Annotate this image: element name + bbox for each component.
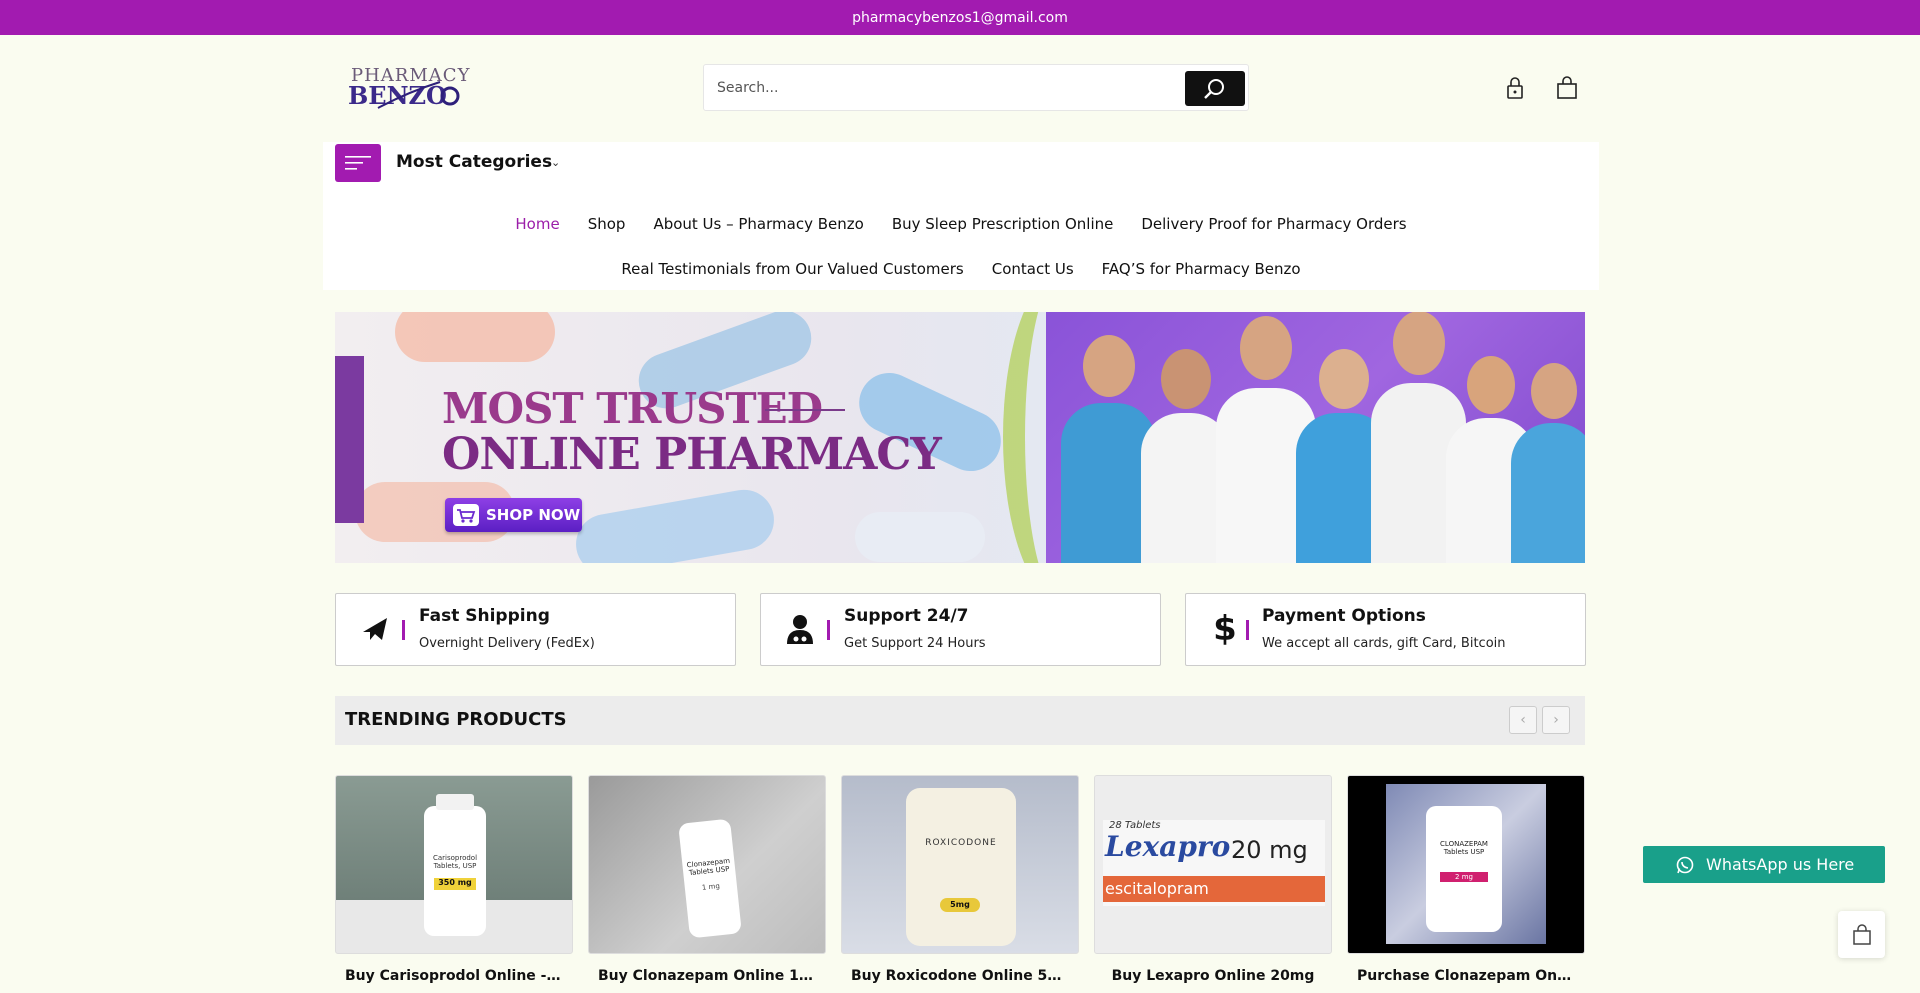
feature-subtitle: Get Support 24 Hours xyxy=(844,636,986,651)
lock-icon xyxy=(1507,77,1523,99)
product-title[interactable]: Buy Carisoprodol Online - Soma 350mg xyxy=(335,968,573,984)
nav-sleep-prescription[interactable]: Buy Sleep Prescription Online xyxy=(878,215,1128,233)
doctors-photo xyxy=(1046,312,1585,563)
box-generic: escitalopram xyxy=(1103,876,1325,902)
feature-title: Support 24/7 xyxy=(844,606,969,626)
account-button[interactable] xyxy=(1503,75,1527,101)
product-title[interactable]: Buy Lexapro Online 20mg xyxy=(1094,968,1332,984)
pill-decoration xyxy=(571,485,779,563)
floating-cart-button[interactable] xyxy=(1838,911,1885,958)
dollar-icon: $ xyxy=(1213,609,1237,649)
feature-title: Payment Options xyxy=(1262,606,1426,626)
shopping-bag-icon xyxy=(1557,76,1577,99)
hero-banner[interactable]: MOST TRUSTED ONLINE PHARMACY SHOP NOW xyxy=(335,312,1585,563)
feature-subtitle: We accept all cards, gift Card, Bitcoin xyxy=(1262,636,1506,651)
carousel-next-button[interactable]: › xyxy=(1542,706,1570,734)
pill-decoration xyxy=(395,312,555,362)
search-icon xyxy=(1204,78,1224,99)
product-title[interactable]: Purchase Clonazepam Online 2mg xyxy=(1347,968,1585,984)
main-nav-row-1: Home Shop About Us – Pharmacy Benzo Buy … xyxy=(323,215,1599,233)
bottle-label: CLONAZEPAM Tablets USP xyxy=(1440,840,1488,856)
site-logo[interactable]: PHARMACY BENZO xyxy=(348,62,473,114)
contact-email[interactable]: pharmacybenzos1@gmail.com xyxy=(852,10,1068,26)
nav-shop[interactable]: Shop xyxy=(574,215,640,233)
pill-decoration xyxy=(855,512,985,562)
bottle-dose: 350 mg xyxy=(434,878,476,890)
nav-home[interactable]: Home xyxy=(501,215,573,233)
feature-card-payment: $ Payment Options We accept all cards, g… xyxy=(1185,593,1586,666)
bottle-dose: 2 mg xyxy=(1440,872,1488,882)
bottle-dose: 1 mg xyxy=(701,882,721,892)
search-input[interactable] xyxy=(704,65,1184,110)
bottle-label: Clonazepam Tablets USP xyxy=(686,856,731,878)
search-button[interactable] xyxy=(1185,71,1245,106)
trending-products-header: TRENDING PRODUCTS ‹ › xyxy=(335,696,1585,745)
shopping-bag-icon xyxy=(1852,923,1871,945)
nav-contact[interactable]: Contact Us xyxy=(978,260,1088,278)
whatsapp-icon xyxy=(1676,856,1694,873)
banner-accent-bar xyxy=(335,356,364,523)
nav-testimonials[interactable]: Real Testimonials from Our Valued Custom… xyxy=(607,260,977,278)
bottle-label: ROXICODONE xyxy=(925,838,997,848)
categories-label[interactable]: Most Categories xyxy=(396,152,552,172)
whatsapp-label: WhatsApp us Here xyxy=(1706,855,1855,874)
banner-rule xyxy=(765,409,845,411)
menu-lines-icon xyxy=(345,156,371,170)
nav-delivery-proof[interactable]: Delivery Proof for Pharmacy Orders xyxy=(1127,215,1420,233)
feature-title: Fast Shipping xyxy=(419,606,550,626)
box-brand: Lexapro xyxy=(1105,830,1231,863)
cart-icon xyxy=(453,504,479,526)
product-image[interactable]: Clonazepam Tablets USP 1 mg xyxy=(588,775,826,954)
cart-button[interactable] xyxy=(1555,75,1579,101)
nav-faq[interactable]: FAQ’S for Pharmacy Benzo xyxy=(1088,260,1315,278)
carousel-prev-button[interactable]: ‹ xyxy=(1509,706,1537,734)
box-dose: 20 mg xyxy=(1231,836,1308,864)
shop-now-button[interactable]: SHOP NOW xyxy=(445,498,582,532)
product-title[interactable]: Buy Roxicodone Online 5mg xyxy=(841,968,1079,984)
product-image[interactable]: Carisoprodol Tablets, USP 350 mg xyxy=(335,775,573,954)
chevron-down-icon[interactable]: ⌄ xyxy=(551,156,560,169)
product-image[interactable]: 28 Tablets Lexapro 20 mg escitalopram xyxy=(1094,775,1332,954)
top-bar: pharmacybenzos1@gmail.com xyxy=(0,0,1920,35)
section-title: TRENDING PRODUCTS xyxy=(345,709,567,730)
bottle-label: Carisoprodol Tablets, USP xyxy=(432,854,478,870)
shop-now-label: SHOP NOW xyxy=(486,506,581,524)
airplane-icon xyxy=(358,612,392,646)
bottle-dose: 5mg xyxy=(940,898,980,912)
whatsapp-button[interactable]: WhatsApp us Here xyxy=(1643,846,1885,883)
product-image[interactable]: ROXICODONE 5mg xyxy=(841,775,1079,954)
main-nav-row-2: Real Testimonials from Our Valued Custom… xyxy=(323,260,1599,278)
feature-card-shipping: Fast Shipping Overnight Delivery (FedEx) xyxy=(335,593,736,666)
feature-subtitle: Overnight Delivery (FedEx) xyxy=(419,636,595,651)
product-title[interactable]: Buy Clonazepam Online 1mg xyxy=(588,968,826,984)
search-bar xyxy=(703,64,1249,111)
categories-menu-button[interactable] xyxy=(335,144,381,182)
feature-card-support: Support 24/7 Get Support 24 Hours xyxy=(760,593,1161,666)
doctor-icon xyxy=(783,612,817,646)
banner-headline-2: ONLINE PHARMACY xyxy=(442,429,942,480)
product-image[interactable]: CLONAZEPAM Tablets USP 2 mg xyxy=(1347,775,1585,954)
nav-about[interactable]: About Us – Pharmacy Benzo xyxy=(639,215,877,233)
